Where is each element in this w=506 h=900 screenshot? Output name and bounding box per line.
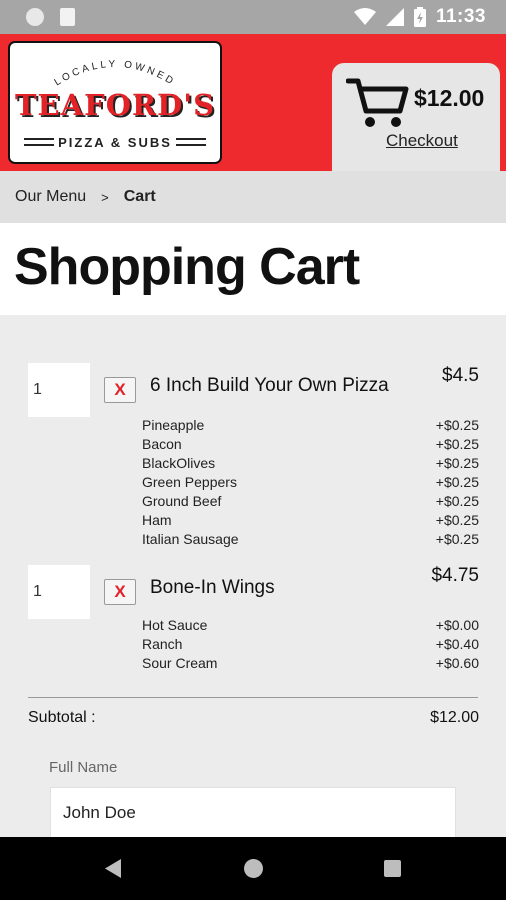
option-name: Bacon: [142, 436, 182, 452]
item-option: Sour Cream +$0.60: [142, 655, 479, 674]
item-option: BlackOlives +$0.25: [142, 455, 479, 474]
item-option: Ranch +$0.40: [142, 636, 479, 655]
item-option: Italian Sausage +$0.25: [142, 531, 479, 550]
signal-icon: [385, 8, 404, 26]
item-price: $4.75: [431, 565, 479, 586]
option-name: Ham: [142, 512, 172, 528]
option-price: +$0.25: [435, 474, 479, 490]
full-name-input[interactable]: [50, 787, 456, 839]
subtotal-value: $12.00: [430, 709, 479, 726]
breadcrumb-current: Cart: [123, 188, 156, 205]
option-price: +$0.60: [435, 655, 479, 671]
item-option: Bacon +$0.25: [142, 436, 479, 455]
option-price: +$0.00: [435, 617, 479, 633]
item-option: Green Peppers +$0.25: [142, 474, 479, 493]
option-price: +$0.25: [435, 512, 479, 528]
sd-card-icon: [60, 8, 75, 26]
recent-apps-icon[interactable]: [384, 860, 401, 877]
title-section: Shopping Cart: [0, 223, 506, 315]
logo-arc: LOCALLY OWNED: [53, 59, 178, 88]
option-price: +$0.40: [435, 636, 479, 652]
item-option: Ground Beef +$0.25: [142, 493, 479, 512]
option-name: Ranch: [142, 636, 183, 652]
logo-top-text: LOCALLY OWNED: [53, 59, 175, 88]
option-price: +$0.25: [435, 493, 479, 509]
logo-lines-right: [176, 138, 206, 146]
breadcrumb: Our Menu > Cart: [0, 171, 506, 223]
item-option: Pineapple +$0.25: [142, 417, 479, 436]
cart-content: X 6 Inch Build Your Own Pizza $4.5 Pinea…: [0, 315, 506, 839]
shopping-cart-icon: [346, 78, 409, 127]
item-price: $4.5: [442, 365, 479, 386]
back-icon[interactable]: [105, 859, 121, 878]
option-name: Pineapple: [142, 417, 205, 433]
quantity-input[interactable]: [28, 565, 90, 619]
option-price: +$0.25: [435, 531, 479, 547]
store-logo[interactable]: LOCALLY OWNED TEAFORD'S PIZZA & SUBS: [8, 41, 222, 164]
option-price: +$0.25: [435, 436, 479, 452]
item-name: 6 Inch Build Your Own Pizza: [150, 375, 389, 396]
option-name: BlackOlives: [142, 455, 216, 471]
remove-item-button[interactable]: X: [104, 579, 136, 605]
option-price: +$0.25: [435, 417, 479, 433]
option-name: Green Peppers: [142, 474, 237, 490]
remove-item-button[interactable]: X: [104, 377, 136, 403]
notification-dot-icon: [26, 8, 44, 26]
wifi-icon: [353, 8, 376, 25]
svg-text:LOCALLY OWNED: LOCALLY OWNED: [53, 59, 178, 88]
breadcrumb-separator: >: [101, 189, 109, 205]
quantity-input[interactable]: [28, 363, 90, 417]
breadcrumb-our-menu[interactable]: Our Menu: [15, 188, 86, 206]
clock: 11:33: [435, 6, 486, 27]
page-title: Shopping Cart: [14, 238, 360, 296]
item-option: Ham +$0.25: [142, 512, 479, 531]
option-price: +$0.25: [435, 455, 479, 471]
status-bar: 11:33: [0, 0, 506, 34]
item-name: Bone-In Wings: [150, 577, 275, 598]
option-name: Sour Cream: [142, 655, 218, 671]
cart-total: $12.00: [414, 85, 485, 111]
cart-summary-tab[interactable]: $12.00 Checkout: [332, 63, 500, 171]
logo-name: TEAFORD'S: [14, 88, 216, 122]
system-nav-bar: [0, 837, 506, 900]
divider: [28, 697, 478, 698]
subtotal-label: Subtotal :: [28, 709, 96, 726]
option-name: Ground Beef: [142, 493, 222, 509]
home-icon[interactable]: [244, 859, 263, 878]
item-option: Hot Sauce +$0.00: [142, 617, 479, 636]
option-name: Hot Sauce: [142, 617, 208, 633]
full-name-label: Full Name: [49, 759, 118, 776]
battery-icon: [413, 7, 426, 27]
app-header: LOCALLY OWNED TEAFORD'S PIZZA & SUBS $12…: [0, 34, 506, 171]
checkout-link[interactable]: Checkout: [386, 131, 458, 151]
option-name: Italian Sausage: [142, 531, 239, 547]
